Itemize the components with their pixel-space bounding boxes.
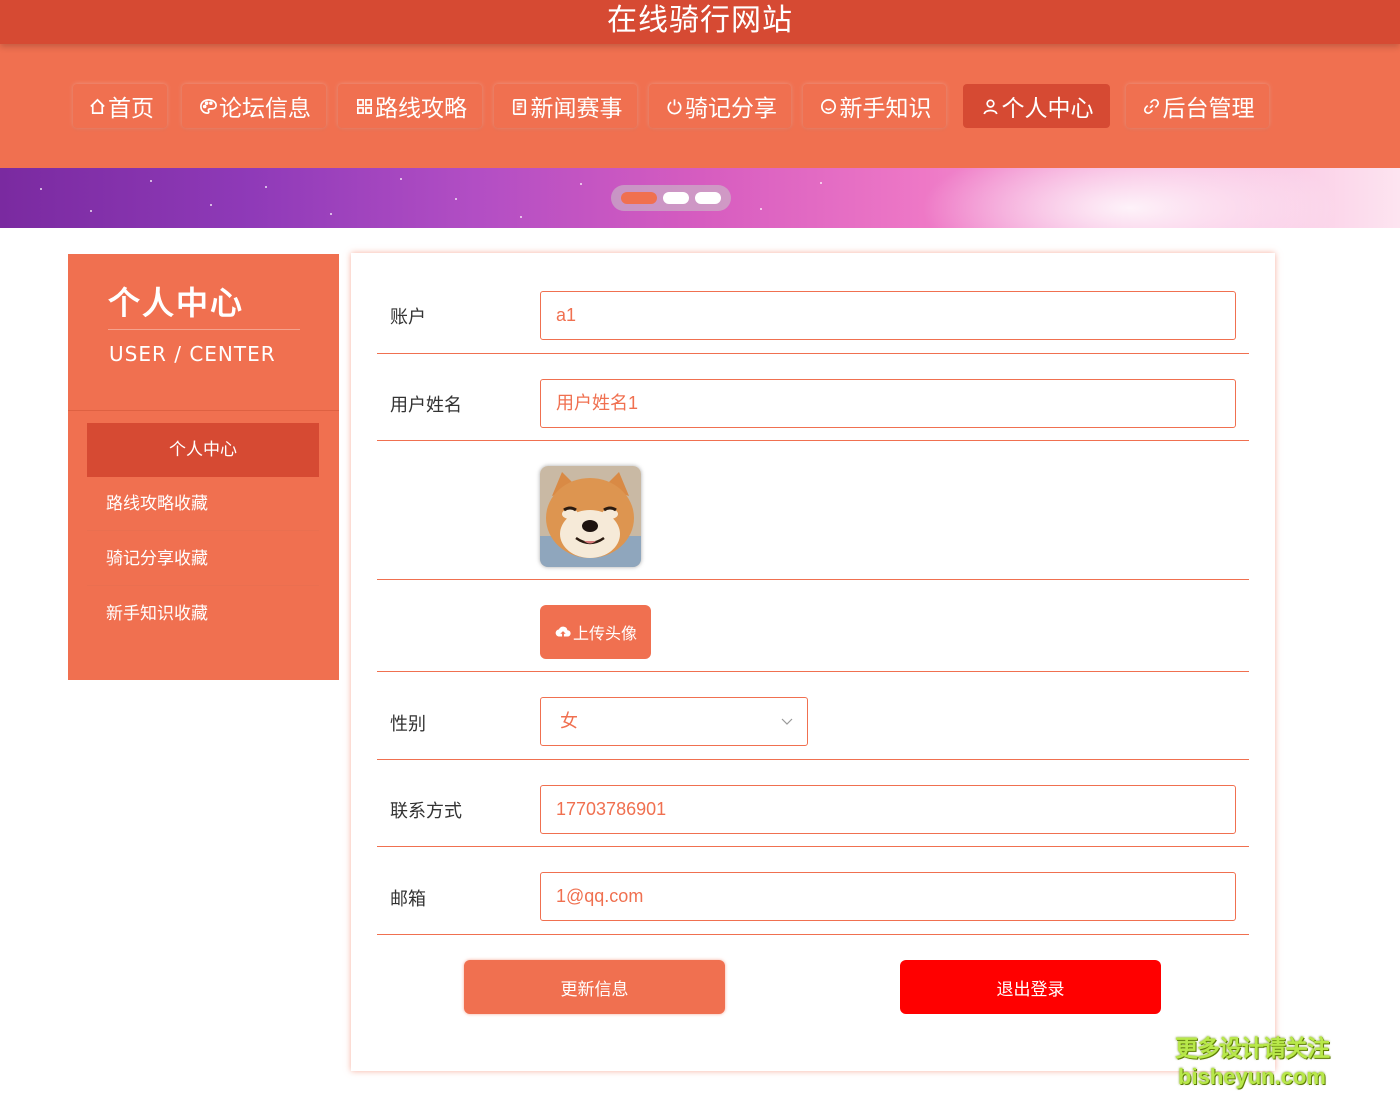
- carousel-dots: [611, 185, 731, 211]
- chevron-down-icon: [781, 718, 793, 725]
- nav-item-label: 新闻赛事: [530, 96, 623, 122]
- nav-item-label: 新手知识: [839, 96, 932, 122]
- user-center-sidebar: 个人中心 USER / CENTER 个人中心 路线攻略收藏 骑记分享收藏 新手…: [68, 254, 339, 680]
- nav-item-user-center[interactable]: 个人中心: [963, 84, 1110, 128]
- upload-avatar-button[interactable]: 上传头像: [540, 605, 651, 659]
- nav-item-routes[interactable]: 路线攻略: [338, 84, 482, 128]
- watermark-line1: 更多设计请关注: [1175, 1036, 1330, 1062]
- sidebar-item-ride-favorites[interactable]: 骑记分享收藏: [87, 532, 319, 586]
- main-nav: 首页 论坛信息 路线攻略 新闻赛事 骑记分享 新手知识 个人中心 后台管理: [0, 44, 1400, 168]
- carousel-dot-2[interactable]: [663, 192, 689, 204]
- email-label: 邮箱: [390, 889, 426, 910]
- sidebar-separator: [68, 410, 339, 411]
- circle-icon: [818, 95, 840, 117]
- sidebar-item-user-center[interactable]: 个人中心: [87, 423, 319, 477]
- name-label: 用户姓名: [390, 395, 462, 416]
- user-icon: [980, 95, 1002, 117]
- avatar-row: [377, 441, 1249, 580]
- sidebar-item-knowledge-favorites[interactable]: 新手知识收藏: [87, 587, 319, 641]
- home-icon: [86, 95, 108, 117]
- phone-input[interactable]: 17703786901: [540, 785, 1236, 834]
- link-icon: [1141, 95, 1163, 117]
- logout-button[interactable]: 退出登录: [900, 960, 1161, 1014]
- sidebar-title: 个人中心: [108, 284, 245, 322]
- cloud-upload-icon: [555, 626, 571, 637]
- profile-form: 账户 a1 用户姓名 用户姓名1 上传头像 性别 女 联系方式 17703786…: [351, 253, 1275, 1071]
- nav-item-ride-share[interactable]: 骑记分享: [649, 84, 791, 128]
- site-title: 在线骑行网站: [0, 0, 1400, 44]
- sidebar-divider: [108, 329, 300, 330]
- nav-item-home[interactable]: 首页: [73, 84, 167, 128]
- power-icon: [663, 95, 685, 117]
- dog-avatar-image: [540, 466, 641, 567]
- nav-item-news[interactable]: 新闻赛事: [494, 84, 637, 128]
- email-row: 邮箱 1@qq.com: [377, 847, 1249, 935]
- update-info-button[interactable]: 更新信息: [464, 960, 725, 1014]
- gender-selected-value: 女: [560, 711, 578, 731]
- upload-avatar-label: 上传头像: [572, 624, 637, 643]
- name-row: 用户姓名 用户姓名1: [377, 354, 1249, 441]
- nav-item-beginner[interactable]: 新手知识: [803, 84, 946, 128]
- gender-label: 性别: [390, 714, 426, 735]
- nav-item-label: 骑记分享: [685, 96, 777, 122]
- nav-item-admin[interactable]: 后台管理: [1126, 84, 1269, 128]
- gender-row: 性别 女: [377, 672, 1249, 760]
- account-row: 账户 a1: [377, 253, 1249, 354]
- watermark: 更多设计请关注 bisheyun.com: [1172, 1035, 1332, 1091]
- upload-row: 上传头像: [377, 580, 1249, 672]
- sidebar-subtitle: USER / CENTER: [109, 342, 276, 366]
- nav-item-label: 首页: [108, 96, 154, 122]
- gender-select[interactable]: 女: [540, 697, 808, 746]
- name-input[interactable]: 用户姓名1: [540, 379, 1236, 428]
- account-input[interactable]: a1: [540, 291, 1236, 340]
- nav-item-label: 论坛信息: [219, 96, 311, 122]
- sidebar-item-route-favorites[interactable]: 路线攻略收藏: [87, 477, 319, 531]
- account-label: 账户: [390, 307, 426, 328]
- grid-icon: [353, 95, 375, 117]
- nav-item-label: 后台管理: [1162, 96, 1255, 122]
- nav-item-forum[interactable]: 论坛信息: [182, 84, 326, 128]
- carousel-dot-1[interactable]: [621, 192, 657, 204]
- carousel-dot-3[interactable]: [695, 192, 721, 204]
- watermark-line2: bisheyun.com: [1178, 1064, 1326, 1089]
- phone-row: 联系方式 17703786901: [377, 760, 1249, 847]
- banner-carousel: [0, 168, 1400, 228]
- email-input[interactable]: 1@qq.com: [540, 872, 1236, 921]
- palette-icon: [197, 95, 219, 117]
- avatar: [540, 466, 641, 567]
- nav-item-label: 路线攻略: [375, 96, 467, 122]
- nav-item-label: 个人中心: [1001, 96, 1094, 122]
- phone-label: 联系方式: [390, 801, 462, 822]
- clipboard-icon: [509, 95, 531, 117]
